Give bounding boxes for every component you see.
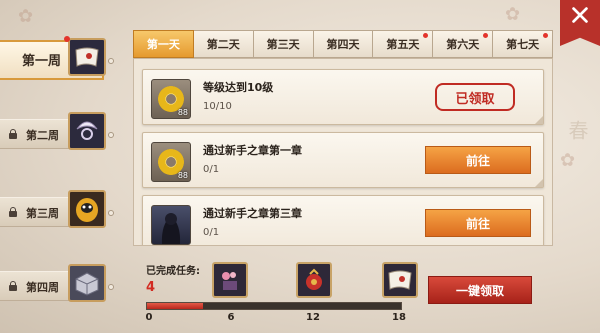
close-icon [572,7,588,23]
tab-label: 第三天 [266,38,300,51]
tab-day-4[interactable]: 第四天 [313,30,374,58]
progress-tick: 6 [227,312,235,323]
goto-button[interactable]: 前往 [425,209,531,237]
lock-icon [9,129,17,139]
character-icon [151,205,191,245]
tab-day-3[interactable]: 第三天 [253,30,314,58]
week-label: 第一周 [22,54,62,69]
task-title: 通过新手之章第一章 [203,144,302,157]
tab-label: 第七天 [506,38,540,51]
tab-day-1[interactable]: 第一天 [133,30,194,58]
week-label: 第四周 [26,281,59,294]
blossom-decoration: ✿ [505,4,521,25]
week-label: 第三周 [26,207,59,220]
letter-icon [388,270,412,290]
task-title: 等级达到10级 [203,81,274,94]
completed-label: 已完成任务: [146,266,200,277]
tab-label: 第一天 [146,38,180,51]
timeline-node [108,58,114,64]
tab-day-5[interactable]: 第五天 [373,30,434,58]
task-row: 通过新手之章第三章 0/1 前往 [142,195,544,245]
daruma-icon [68,190,106,228]
chest-icon [68,264,106,302]
reward-slot: 88 [151,79,191,119]
week-tab-1[interactable]: 第一周 [0,32,116,86]
notification-dot [423,33,429,38]
week-tab-2[interactable]: 第二周 [0,106,116,160]
task-row: 88 等级达到10级 10/10 已领取 [142,69,544,125]
tab-label: 第二天 [206,38,240,51]
claim-all-button[interactable]: 一键领取 [428,276,532,304]
lock-icon [9,281,17,291]
progress-tick: 18 [392,312,406,323]
timeline-node [108,210,114,216]
task-title: 通过新手之章第三章 [203,207,302,220]
milestone-reward[interactable] [296,262,332,298]
reward-count: 88 [177,171,188,180]
task-list[interactable]: 88 等级达到10级 10/10 已领取 88 通过新手之章第一章 0/1 前往… [133,58,553,246]
tab-label: 第六天 [446,38,480,51]
timeline-node [108,132,114,138]
tab-day-7[interactable]: 第七天 [493,30,554,58]
letter-icon [68,38,106,76]
timeline-node [108,284,114,290]
corner-fold [535,179,543,187]
week-tab-3[interactable]: 第三周 [0,184,116,238]
day-tabs: 第一天 第二天 第三天 第四天 第五天 第六天 第七天 [133,30,554,58]
blossom-decoration: ✿ [18,6,34,27]
task-progress: 0/1 [203,164,220,175]
reward-slot: 88 [151,142,191,182]
lock-icon [9,207,17,217]
notification-dot [483,33,489,38]
week-tab-4[interactable]: 第四周 [0,258,116,312]
tab-label: 第五天 [386,38,420,51]
claimed-stamp: 已领取 [435,83,515,111]
goto-button[interactable]: 前往 [425,146,531,174]
progress-tick: 12 [306,312,320,323]
hair-ornament-icon [68,112,106,150]
task-progress: 0/1 [203,227,220,238]
tab-day-6[interactable]: 第六天 [433,30,494,58]
corner-fold [535,116,543,124]
completed-count: 4 [146,280,156,295]
milestone-reward[interactable] [212,262,248,298]
close-button[interactable] [560,0,600,46]
tab-day-2[interactable]: 第二天 [193,30,254,58]
event-window: ✿ ✿ ✿ 春 第一周 第二周 第三周 第四周 第一天 第二天 第三天 第四天 … [0,0,600,333]
task-row: 88 通过新手之章第一章 0/1 前往 [142,132,544,188]
milestone-reward[interactable] [382,262,418,298]
background-calligraphy: 春 [565,120,589,146]
progress-fill [147,303,204,309]
blossom-decoration: ✿ [560,150,576,171]
task-progress: 10/10 [203,101,232,112]
red-pouch-icon [306,268,322,290]
week-label: 第二周 [26,129,59,142]
tab-label: 第四天 [326,38,360,51]
notification-dot [543,33,549,38]
flower-box-icon [222,272,237,290]
progress-tick: 0 [145,312,153,323]
task-progress-bar [146,302,402,310]
notification-dot [64,36,70,42]
reward-count: 88 [177,108,188,117]
